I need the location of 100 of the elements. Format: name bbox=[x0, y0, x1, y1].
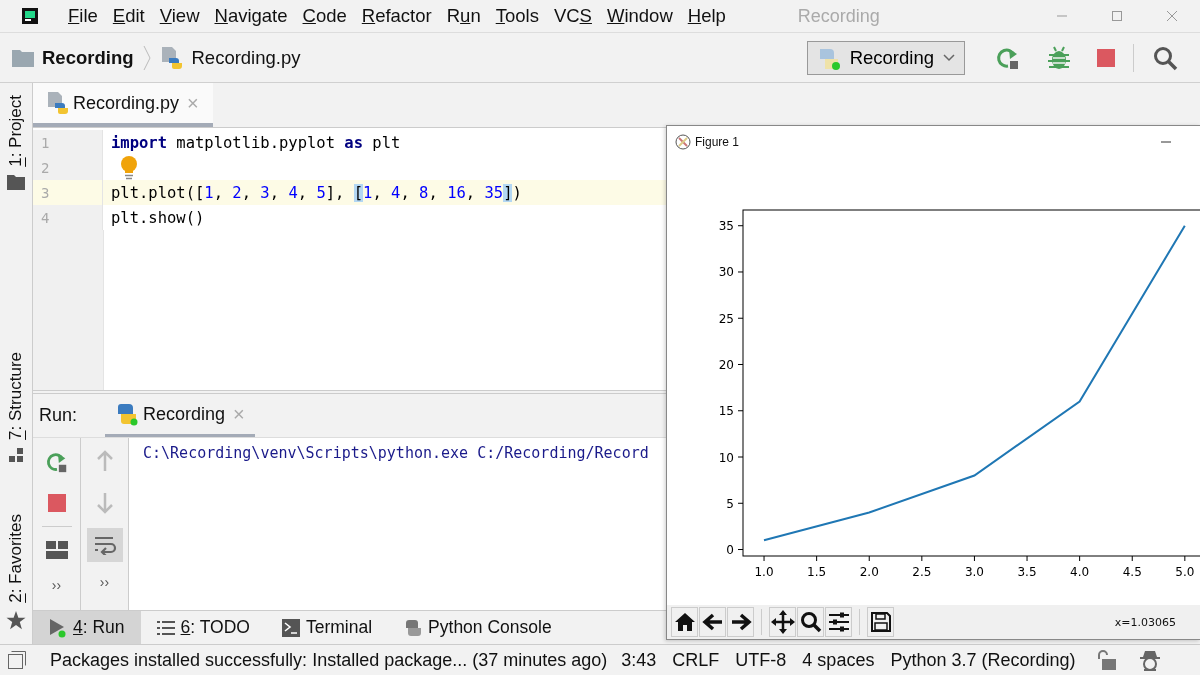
tool-window-tab[interactable]: Terminal bbox=[265, 611, 389, 644]
layout-icon[interactable] bbox=[45, 541, 68, 559]
run-configuration-dropdown[interactable]: Recording bbox=[806, 40, 965, 75]
python-icon bbox=[404, 618, 423, 637]
magnifier-icon bbox=[799, 611, 822, 633]
tick-label: 30 bbox=[718, 265, 734, 280]
tick-label: 2.0 bbox=[859, 565, 879, 579]
tick-label: 3.5 bbox=[1017, 565, 1037, 579]
zoom-button[interactable] bbox=[797, 607, 824, 637]
more-button[interactable]: ›› bbox=[99, 574, 110, 590]
folder-icon bbox=[12, 48, 34, 67]
tick-label: 35 bbox=[718, 219, 734, 234]
window-title: Figure 1 bbox=[695, 134, 740, 149]
tick-label: 0 bbox=[726, 543, 734, 557]
status-message[interactable]: Packages installed successfully: Installed package... (37 minutes ago) bbox=[50, 649, 608, 671]
tool-window-button[interactable]: 1: Project bbox=[6, 95, 26, 167]
tick-label: 1.5 bbox=[807, 565, 827, 579]
status-item[interactable]: 3:43 bbox=[621, 649, 657, 671]
status-item[interactable]: 4 spaces bbox=[802, 649, 875, 671]
tick-label: 1.0 bbox=[754, 565, 774, 579]
tool-window-button[interactable]: 2: Favorites bbox=[6, 513, 26, 603]
status-item[interactable]: CRLF bbox=[672, 649, 720, 671]
panel-title: Run: bbox=[38, 405, 79, 426]
python-file-icon bbox=[161, 45, 184, 70]
stop-icon[interactable] bbox=[47, 494, 66, 512]
maximize-icon[interactable] bbox=[1111, 10, 1123, 22]
rerun-icon[interactable] bbox=[44, 450, 69, 474]
caret-icon bbox=[942, 52, 956, 63]
soft-wrap-icon bbox=[92, 535, 117, 555]
soft-wrap-button[interactable] bbox=[86, 528, 123, 562]
home-icon bbox=[673, 612, 696, 632]
search-icon[interactable] bbox=[1152, 44, 1178, 71]
back-button[interactable] bbox=[699, 607, 726, 637]
tool-windows-icon[interactable] bbox=[8, 651, 26, 669]
terminal-icon bbox=[281, 618, 300, 637]
tick-label: 5.0 bbox=[1175, 565, 1195, 579]
menu-item[interactable]: Tools bbox=[495, 5, 539, 27]
tick-label: 20 bbox=[718, 358, 734, 372]
cursor-coordinates: x=1.03065 bbox=[1114, 615, 1176, 629]
lightbulb-icon[interactable] bbox=[120, 155, 138, 180]
menu-item[interactable]: Help bbox=[687, 5, 726, 27]
padlock-icon[interactable] bbox=[1095, 649, 1118, 671]
menu-item[interactable]: Run bbox=[446, 5, 481, 27]
tick-label: 4.5 bbox=[1122, 565, 1142, 579]
tick-label: 4.0 bbox=[1070, 565, 1090, 579]
settings-button[interactable] bbox=[825, 607, 852, 637]
play-icon bbox=[49, 617, 67, 638]
python-file-icon bbox=[47, 91, 69, 115]
pan-button[interactable] bbox=[769, 607, 796, 637]
bug-icon[interactable] bbox=[1047, 44, 1071, 71]
code-line: import matplotlib.pyplot as plt bbox=[110, 133, 401, 152]
status-item[interactable]: UTF-8 bbox=[735, 649, 787, 671]
structure-icon bbox=[8, 447, 24, 462]
inspector-icon[interactable] bbox=[1137, 648, 1162, 672]
tool-window-button[interactable]: 7: Structure bbox=[6, 351, 26, 440]
breadcrumb-item[interactable]: Recording bbox=[12, 46, 134, 69]
line-number: 4 bbox=[33, 205, 103, 230]
python-icon bbox=[115, 402, 140, 426]
app-logo-icon bbox=[22, 8, 38, 24]
menu-item[interactable]: Code bbox=[302, 5, 347, 27]
right-arrow-icon bbox=[729, 612, 752, 632]
line-number: 2 bbox=[33, 155, 103, 180]
tool-window-tab[interactable]: Python Console bbox=[388, 611, 568, 644]
tick-label: 5 bbox=[726, 496, 734, 511]
list-icon bbox=[156, 619, 175, 636]
compass-icon bbox=[675, 133, 691, 150]
close-icon[interactable] bbox=[1166, 10, 1178, 22]
sliders-icon bbox=[827, 611, 850, 633]
tick-label: 2.5 bbox=[912, 565, 932, 579]
menu-item[interactable]: File bbox=[68, 5, 98, 27]
editor-tab[interactable]: Recording.py × bbox=[33, 83, 213, 127]
menu-item[interactable]: Window bbox=[606, 5, 673, 27]
menu-item[interactable]: Edit bbox=[112, 5, 145, 27]
move-icon bbox=[770, 610, 795, 634]
stop-icon[interactable] bbox=[1097, 48, 1115, 67]
menu-item[interactable]: VCS bbox=[553, 5, 592, 27]
star-icon bbox=[6, 610, 26, 630]
console-line: C:\Recording\venv\Scripts\python.exe C:/Recording/Record bbox=[143, 444, 649, 462]
status-item[interactable]: Python 3.7 (Recording) bbox=[890, 649, 1076, 671]
menu-item[interactable]: Navigate bbox=[214, 5, 288, 27]
home-button[interactable] bbox=[671, 607, 698, 637]
menu-item[interactable]: Refactor bbox=[361, 5, 432, 27]
more-button[interactable]: ›› bbox=[51, 577, 62, 593]
tool-window-tab[interactable]: 4: Run bbox=[33, 611, 141, 644]
forward-button[interactable] bbox=[727, 607, 754, 637]
code-line: plt.show() bbox=[110, 208, 205, 227]
folder-icon bbox=[7, 174, 25, 190]
tick-label: 25 bbox=[718, 311, 734, 326]
code-line: plt.plot([1, 2, 3, 4, 5], [1, 4, 8, 16, 35]) bbox=[110, 183, 522, 202]
tick-label: 3.0 bbox=[964, 565, 984, 579]
save-button[interactable] bbox=[867, 607, 894, 637]
tick-label: 10 bbox=[718, 450, 734, 465]
breadcrumb-item[interactable]: Recording.py bbox=[161, 45, 301, 70]
menu-item[interactable]: View bbox=[159, 5, 200, 27]
tool-window-tab[interactable]: 6: TODO bbox=[140, 611, 266, 644]
chevron-icon bbox=[143, 44, 152, 71]
window-title: Recording bbox=[797, 5, 880, 27]
line-number: 1 bbox=[33, 130, 103, 155]
tick-label: 15 bbox=[718, 404, 734, 419]
left-arrow-icon bbox=[701, 612, 724, 632]
